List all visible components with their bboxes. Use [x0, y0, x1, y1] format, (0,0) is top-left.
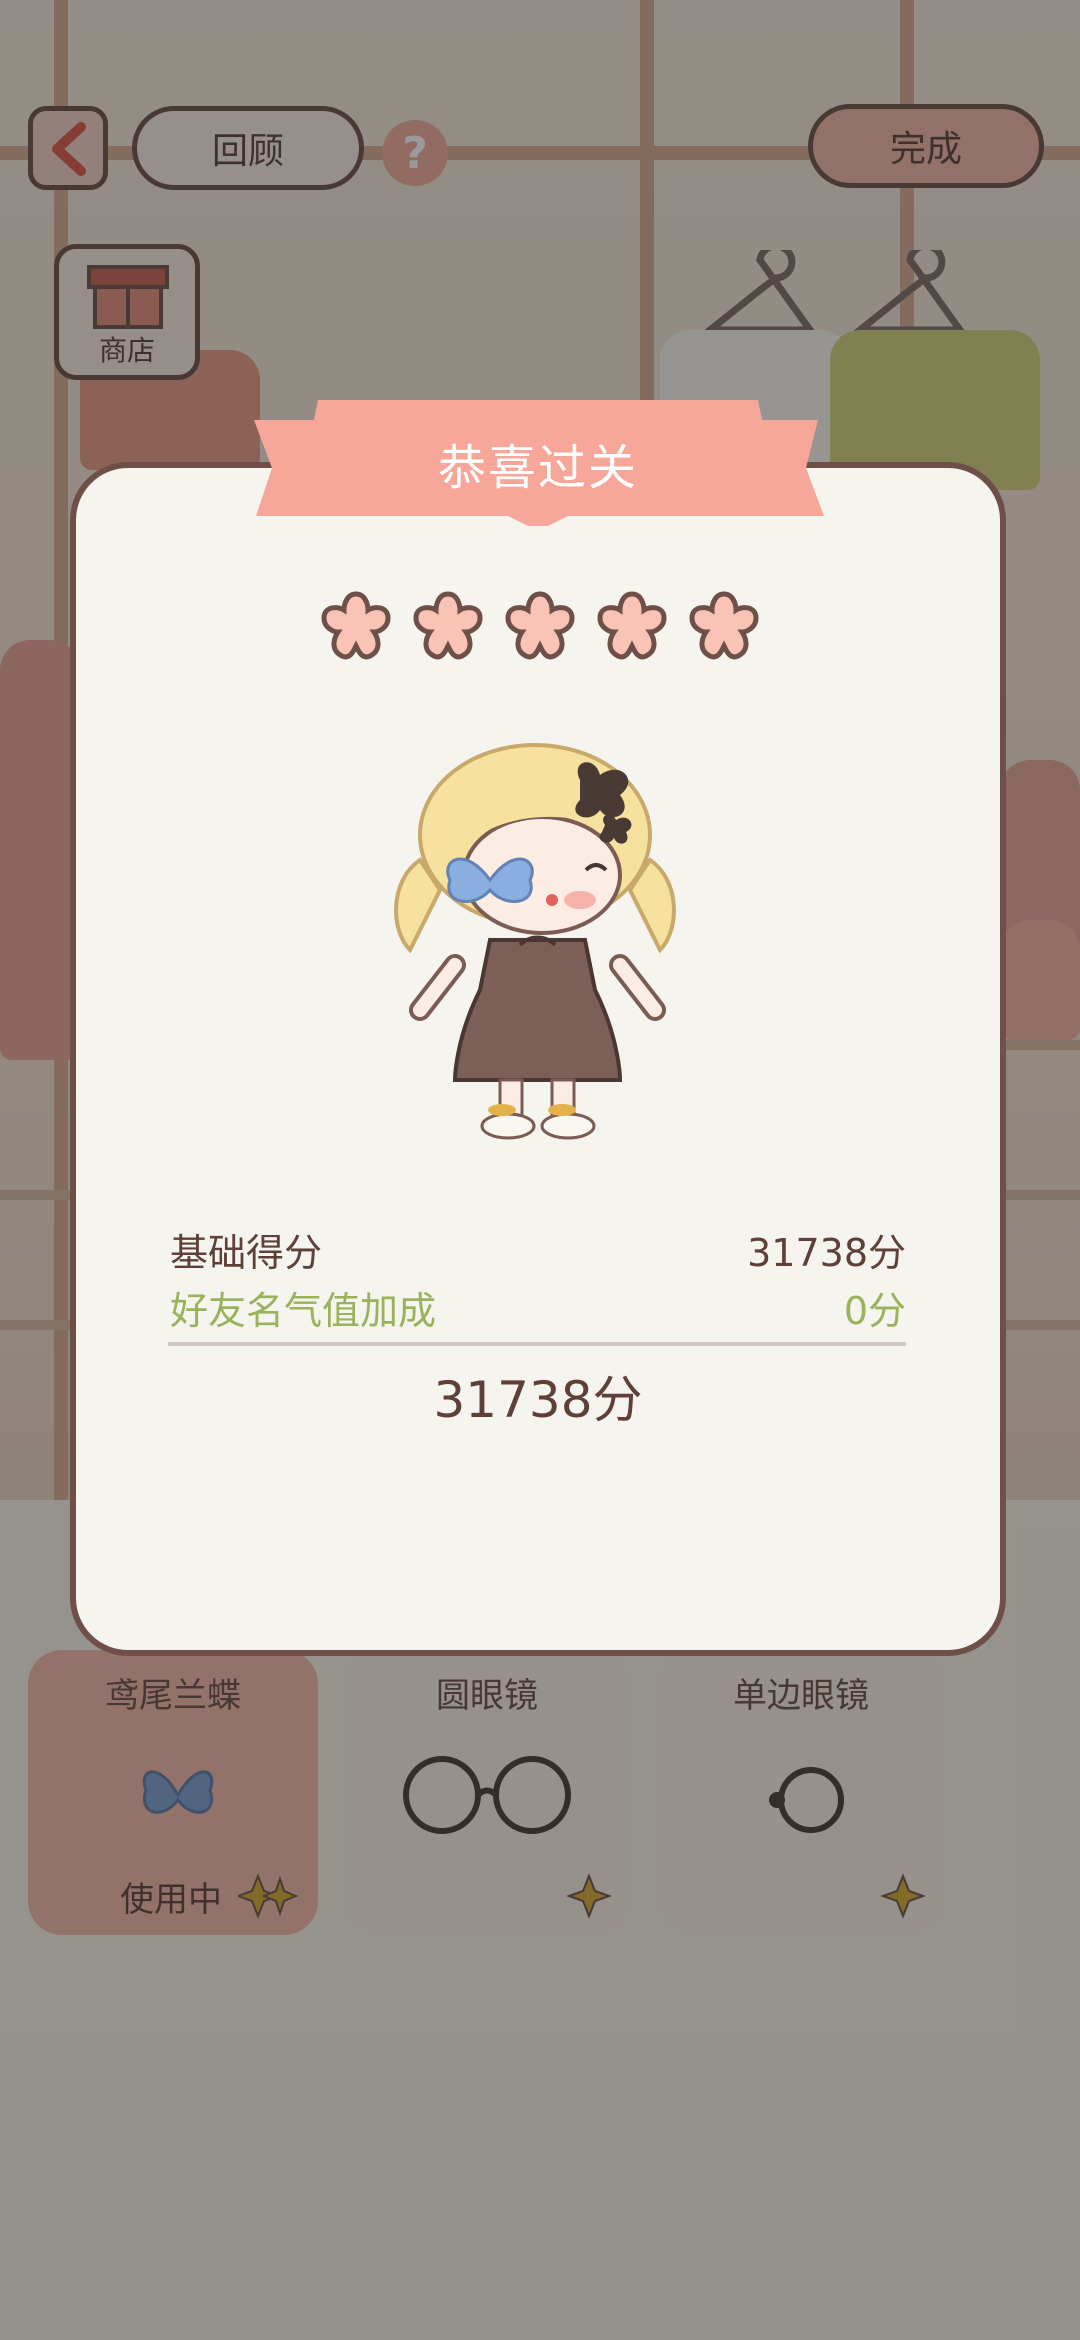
dialog-title: 恭喜过关 — [437, 440, 638, 496]
bonus-value: 0分 — [843, 1289, 906, 1333]
score-divider — [168, 1342, 906, 1346]
total-score: 31738分 — [433, 1371, 643, 1429]
flower-star-icon — [413, 591, 483, 660]
flower-star-icon — [689, 591, 759, 660]
star-rating — [318, 588, 762, 668]
base-score-label: 基础得分 — [170, 1231, 323, 1275]
title-banner: 恭喜过关 — [248, 398, 828, 538]
base-score-value: 31738分 — [747, 1231, 906, 1275]
bonus-score-row: 好友名气值加成 0分 — [170, 1280, 906, 1335]
flower-star-icon — [505, 591, 575, 660]
flower-star-icon — [321, 591, 391, 660]
flower-star-icon — [597, 591, 667, 660]
base-score-row: 基础得分 31738分 — [170, 1222, 906, 1277]
bonus-label: 好友名气值加成 — [170, 1289, 437, 1333]
dressed-character — [394, 743, 676, 1140]
